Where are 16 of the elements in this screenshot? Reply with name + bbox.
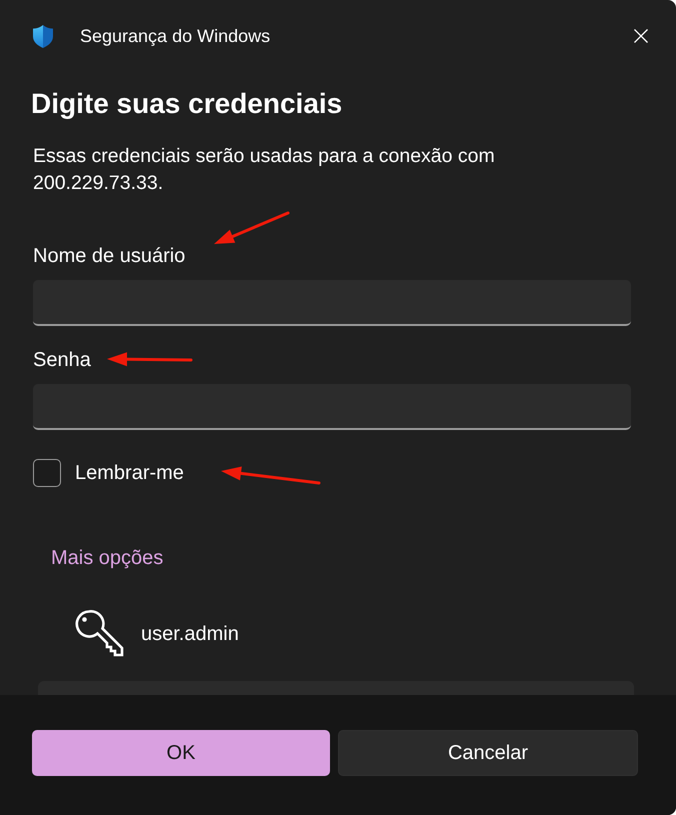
remember-checkbox[interactable] [33,459,61,487]
window-title: Segurança do Windows [80,26,272,46]
shield-icon [33,24,53,48]
close-icon [634,29,648,43]
dialog-button[interactable]: Cancelar [338,730,638,776]
credential-username[interactable]: user.admin [141,621,239,647]
field-label: Nome de usuário [33,243,186,269]
text-input-field[interactable] [33,280,631,326]
more-options-link[interactable]: Mais opções [51,545,164,571]
checkbox-label: Lembrar-me [75,460,184,486]
key-icon [74,609,124,659]
dialog-button[interactable]: OK [32,730,330,776]
text-input-field[interactable] [33,384,631,430]
dialog-heading: Digite suas credenciais [31,87,344,121]
field-label: Senha [33,347,91,373]
description-text: Essas credenciais serão usadas para a conexão com 200.229.73.33. [33,144,496,196]
